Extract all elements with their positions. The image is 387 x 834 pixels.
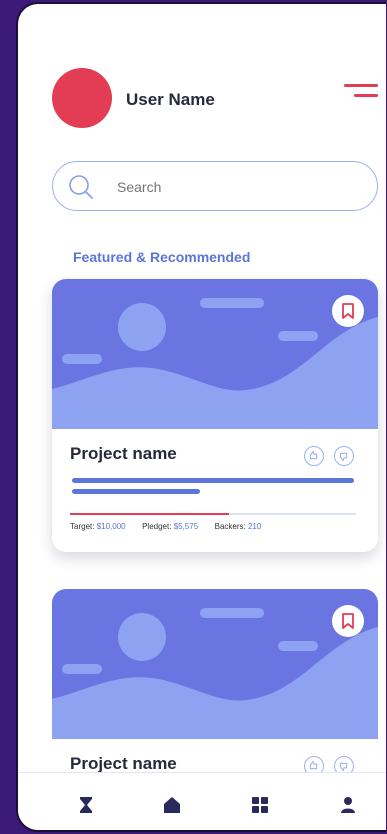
- description-line: [72, 478, 354, 483]
- project-card[interactable]: Project name: [52, 589, 378, 789]
- search-input[interactable]: [115, 178, 349, 196]
- hourglass-icon[interactable]: [76, 795, 96, 815]
- avatar[interactable]: [52, 68, 112, 128]
- user-name: User Name: [126, 90, 215, 109]
- bookmark-button[interactable]: [332, 295, 364, 327]
- backers-value: 210: [247, 522, 262, 531]
- backers-label: Backers:: [214, 522, 246, 531]
- project-card[interactable]: Project name Target: $10,000 Pledget: $5…: [52, 279, 378, 552]
- target-label: Target:: [70, 522, 95, 531]
- project-name: Project name: [70, 754, 177, 773]
- bottom-nav: [18, 772, 386, 830]
- project-hero-image: [52, 589, 378, 739]
- section-title: Featured & Recommended: [73, 249, 251, 265]
- grid-icon[interactable]: [250, 795, 270, 815]
- home-icon[interactable]: [162, 795, 182, 815]
- bookmark-icon: [342, 303, 354, 319]
- target-value: $10,000: [96, 522, 126, 531]
- pledged-label: Pledget:: [142, 522, 172, 531]
- description-line: [72, 489, 200, 494]
- project-hero-image: [52, 279, 378, 429]
- pledged-value: $5,575: [173, 522, 199, 531]
- phone-screen: User Name Featured & Recommended Project…: [16, 2, 386, 832]
- funding-progress: [70, 513, 356, 515]
- thumbs-up-icon[interactable]: [304, 446, 324, 466]
- hamburger-icon[interactable]: [344, 80, 378, 102]
- bookmark-icon: [342, 613, 354, 629]
- thumbs-down-icon[interactable]: [334, 446, 354, 466]
- project-name: Project name: [70, 444, 177, 463]
- search-icon: [69, 175, 93, 199]
- funding-stats: Target: $10,000 Pledget: $5,575 Backers:…: [70, 522, 261, 531]
- search-bar[interactable]: [52, 161, 378, 211]
- user-icon[interactable]: [338, 795, 358, 815]
- funding-progress-fill: [70, 513, 230, 515]
- bookmark-button[interactable]: [332, 605, 364, 637]
